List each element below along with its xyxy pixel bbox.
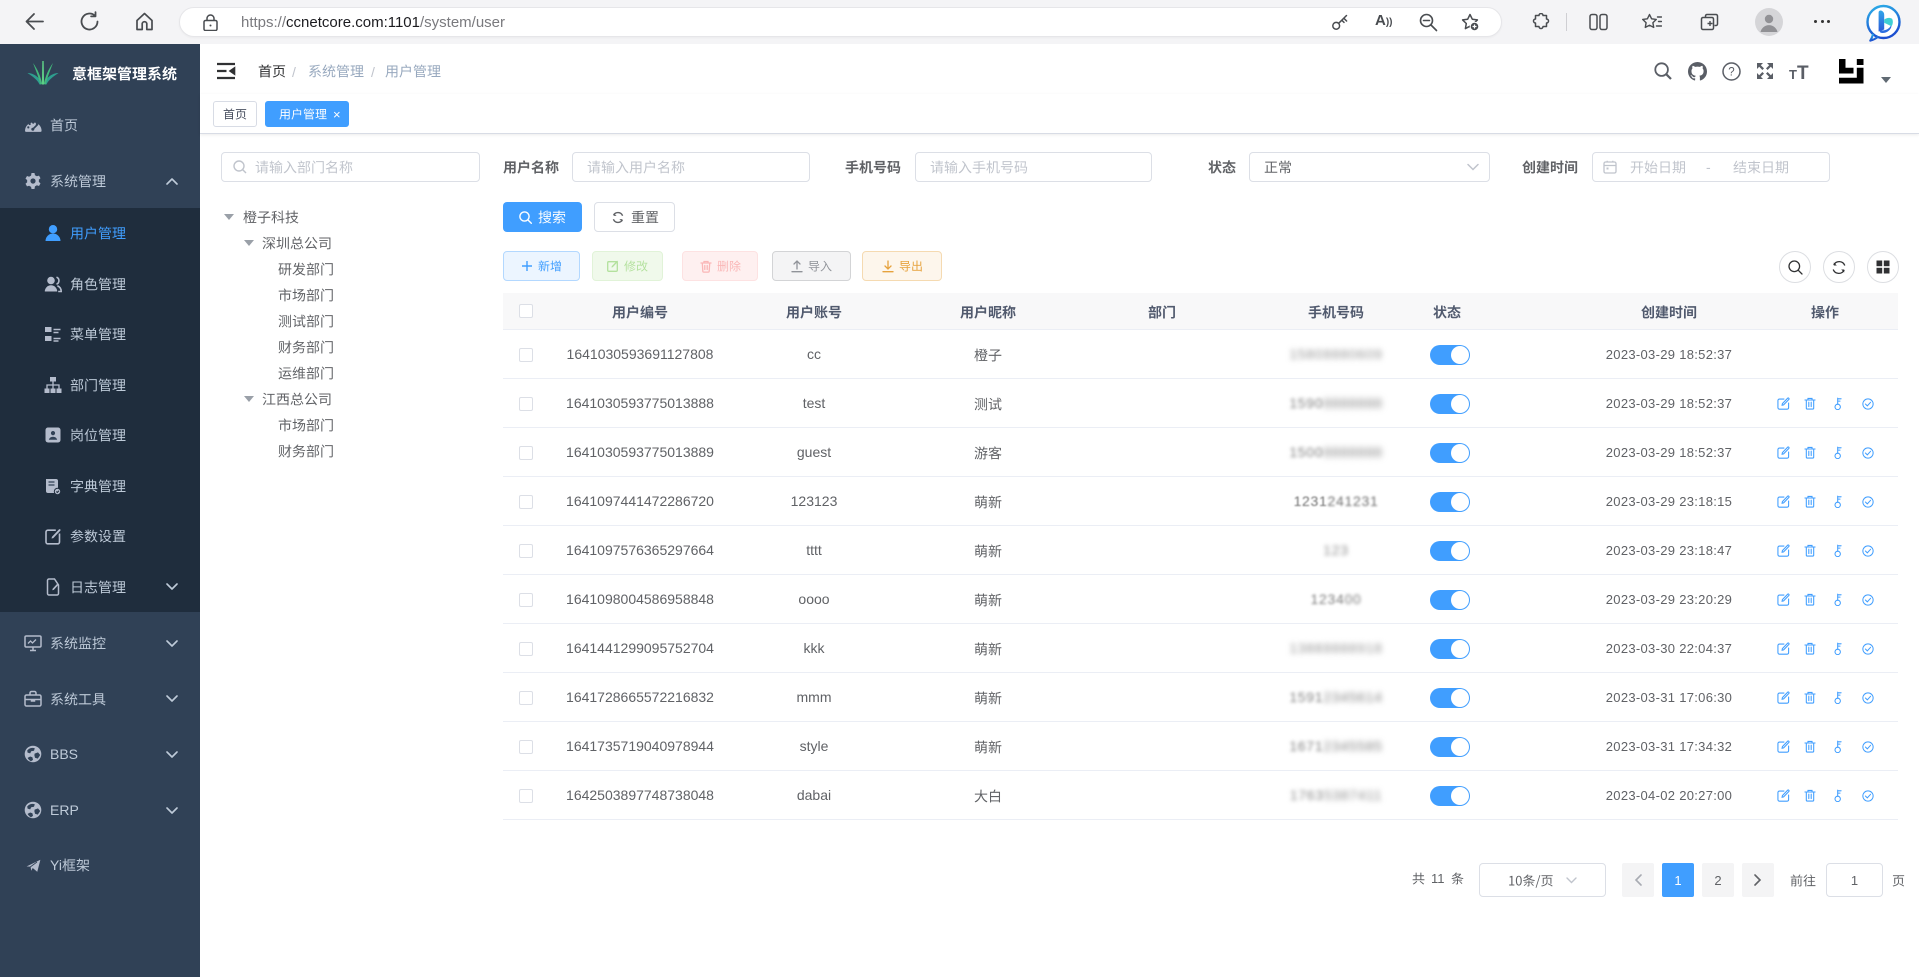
svg-text:?: ? [1728, 67, 1734, 79]
